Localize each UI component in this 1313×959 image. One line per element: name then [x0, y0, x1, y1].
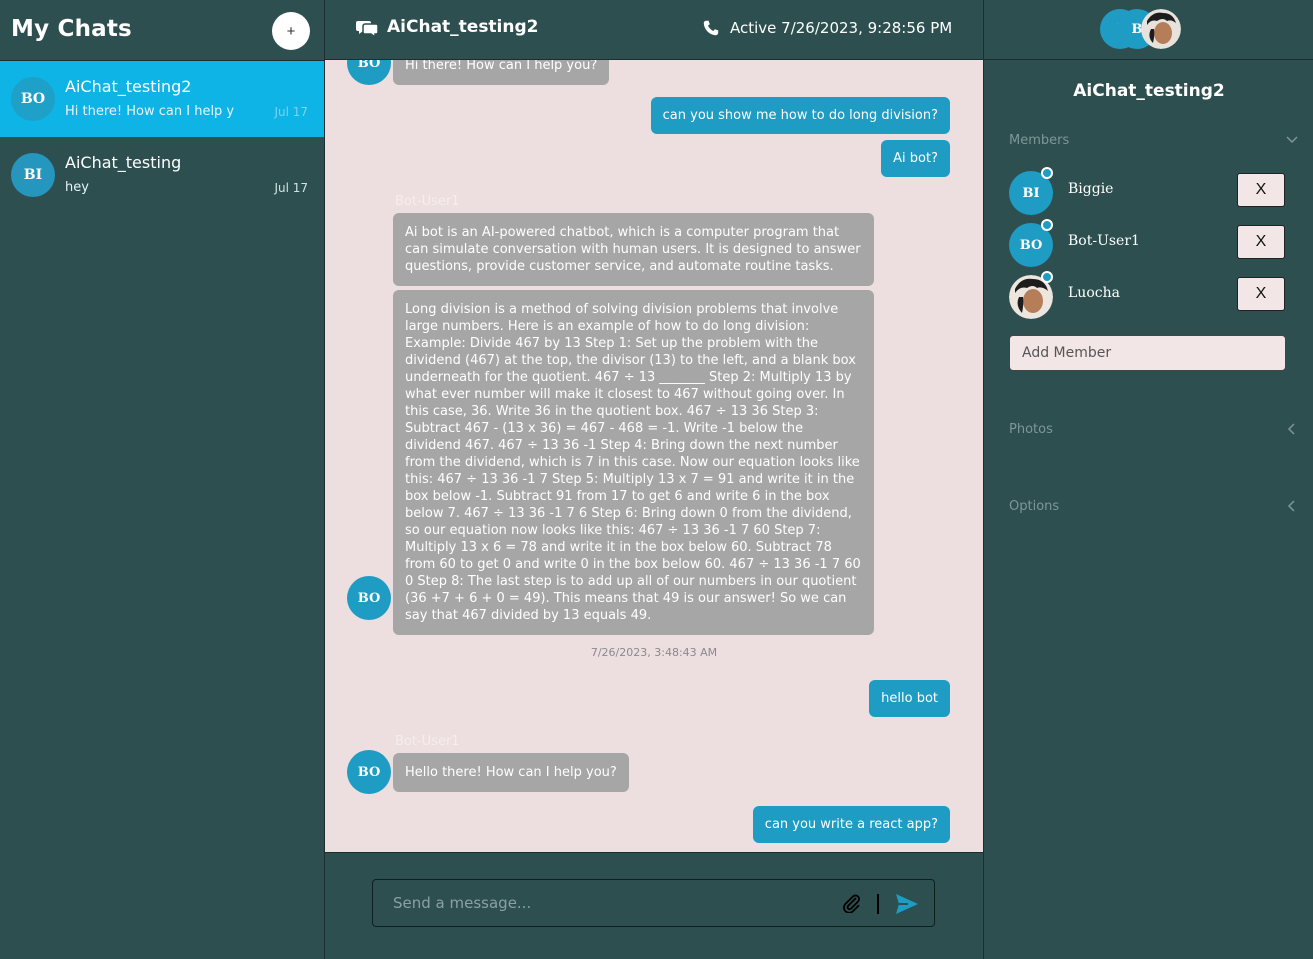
chevron-down-icon	[1286, 136, 1298, 144]
send-icon[interactable]	[895, 893, 919, 915]
message-list[interactable]: BO Hi there! How can I help you? can you…	[325, 60, 983, 852]
photos-section-header[interactable]: Photos	[1009, 422, 1299, 437]
message-sender-name: Bot-User1	[395, 194, 460, 209]
add-member-input[interactable]	[1009, 335, 1286, 371]
chat-details-panel: I B AiChat_testing2 Members BI Biggie X …	[983, 0, 1313, 959]
member-avatar-stack: I B	[984, 0, 1313, 60]
incoming-message-bubble: Hi there! How can I help you?	[393, 60, 610, 85]
online-status-dot	[1041, 219, 1053, 231]
chat-date: Jul 17	[274, 105, 308, 119]
phone-icon[interactable]	[703, 20, 719, 36]
chevron-left-icon	[1287, 500, 1295, 512]
message-timestamp: 7/26/2023, 3:48:43 AM	[590, 646, 718, 659]
remove-member-button[interactable]: X	[1237, 173, 1285, 207]
member-row-bot-user1: BO Bot-User1 X	[1009, 219, 1287, 269]
chat-list-item-aichat-testing2[interactable]: BO AiChat_testing2 Hi there! How can I h…	[0, 61, 324, 137]
options-section-label: Options	[1009, 499, 1060, 514]
chat-name: AiChat_testing	[65, 153, 182, 172]
online-status-dot	[1041, 167, 1053, 179]
composer-divider	[877, 894, 879, 914]
photos-section-label: Photos	[1009, 422, 1053, 437]
chevron-left-icon	[1287, 423, 1295, 435]
member-name: Bot-User1	[1068, 233, 1140, 249]
incoming-message-bubble: Hello there! How can I help you?	[393, 753, 629, 792]
outgoing-message-bubble: can you write a react app?	[752, 806, 950, 843]
remove-member-button[interactable]: X	[1237, 277, 1285, 311]
member-name: Luocha	[1068, 285, 1120, 301]
chat-list-item-aichat-testing[interactable]: BI AiChat_testing hey Jul 17	[0, 137, 324, 213]
outgoing-message-bubble: Ai bot?	[881, 140, 950, 177]
chat-avatar: BI	[11, 153, 55, 197]
chat-header: AiChat_testing2 Active 7/26/2023, 9:28:5…	[325, 0, 983, 60]
chat-list-sidebar: My Chats + BO AiChat_testing2 Hi there! …	[0, 0, 325, 959]
member-row-luocha: Luocha X	[1009, 271, 1287, 321]
details-title: AiChat_testing2	[1073, 81, 1225, 101]
new-chat-button[interactable]: +	[272, 12, 310, 50]
chat-bubbles-icon	[356, 21, 378, 39]
message-composer	[372, 879, 935, 927]
remove-member-button[interactable]: X	[1237, 225, 1285, 259]
chat-avatar: BO	[11, 77, 55, 121]
chat-title: AiChat_testing2	[387, 17, 539, 37]
message-avatar: BO	[347, 60, 391, 85]
message-input[interactable]	[393, 894, 833, 912]
sidebar-title: My Chats	[11, 16, 132, 42]
user-photo-avatar	[1141, 9, 1181, 49]
chat-active-status: Active 7/26/2023, 9:28:56 PM	[730, 19, 953, 37]
incoming-message-bubble: Ai bot is an AI-powered chatbot, which i…	[393, 213, 874, 286]
members-section-label: Members	[1009, 133, 1070, 148]
member-name: Biggie	[1068, 181, 1114, 197]
message-avatar: BO	[347, 576, 391, 620]
message-avatar: BO	[347, 750, 391, 794]
options-section-header[interactable]: Options	[1009, 499, 1299, 514]
incoming-message-bubble: Long division is a method of solving div…	[393, 290, 874, 635]
online-status-dot	[1041, 271, 1053, 283]
outgoing-message-bubble: can you show me how to do long division?	[650, 97, 950, 134]
member-row-biggie: BI Biggie X	[1009, 167, 1287, 217]
sidebar-header: My Chats +	[0, 0, 324, 61]
chat-last-message: Hi there! How can I help y	[65, 104, 235, 119]
members-section-header[interactable]: Members	[1009, 133, 1299, 148]
message-sender-name: Bot-User1	[395, 734, 460, 749]
chat-date: Jul 17	[274, 181, 308, 195]
outgoing-message-bubble: hello bot	[869, 680, 950, 717]
paperclip-icon[interactable]	[841, 893, 861, 913]
chat-last-message: hey	[65, 180, 89, 195]
chat-name: AiChat_testing2	[65, 77, 192, 96]
composer-area	[325, 852, 983, 959]
